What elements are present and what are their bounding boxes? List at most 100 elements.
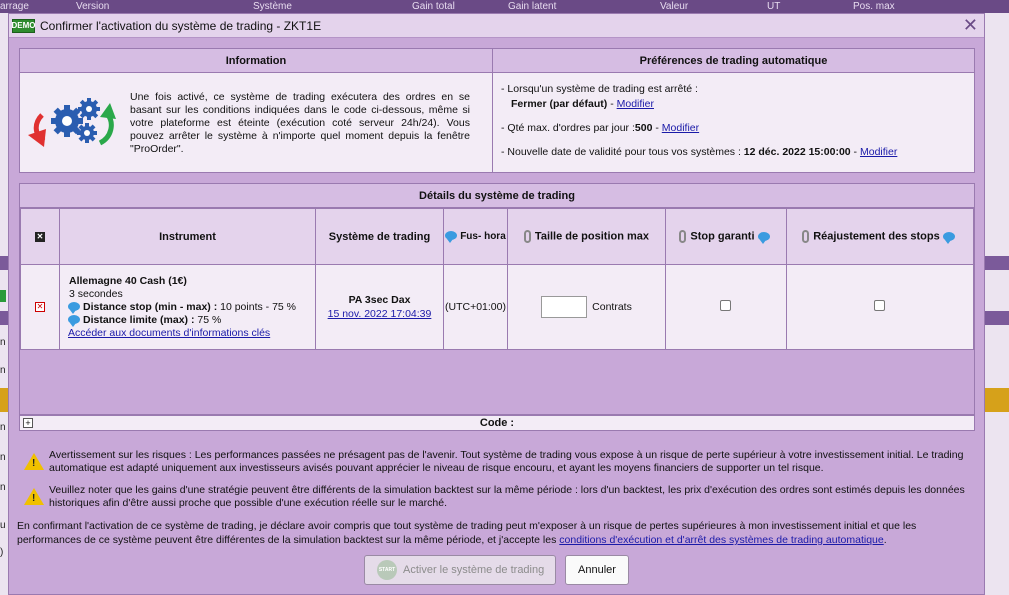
- bg-col: Version: [76, 1, 110, 12]
- stop-behavior-label: - Lorsqu'un système de trading est arrêt…: [501, 83, 698, 95]
- chain-link-icon: [802, 230, 810, 243]
- position-size-input[interactable]: [541, 296, 588, 318]
- background-header: arrage Version Système Gain total Gain l…: [0, 0, 1009, 13]
- details-table: ✕ Instrument Système de trading Fus- hor…: [20, 208, 975, 350]
- conditions-link[interactable]: conditions d'exécution et d'arrêt des sy…: [559, 534, 883, 546]
- info-bubble-icon[interactable]: [445, 231, 458, 244]
- header-system: Système de trading: [315, 208, 444, 265]
- header-size: Taille de position max: [506, 208, 666, 265]
- background-text: n: [0, 482, 6, 493]
- code-section-toggle[interactable]: + Code :: [19, 415, 975, 431]
- remove-row-icon[interactable]: ✕: [35, 302, 45, 313]
- size-unit-label: Contrats: [592, 301, 632, 313]
- background-band: [0, 311, 8, 325]
- automation-gears-icon: [20, 73, 130, 173]
- activate-system-button[interactable]: START Activer le système de trading: [364, 555, 556, 585]
- instrument-cell: Allemagne 40 Cash (1€) 3 secondes Distan…: [59, 264, 316, 350]
- confirmation-end: .: [883, 534, 887, 546]
- background-band: [0, 256, 8, 270]
- system-name: PA 3sec Dax: [348, 294, 411, 306]
- preferences-panel: Préférences de trading automatique - Lor…: [492, 48, 975, 173]
- remove-all-icon[interactable]: ✕: [35, 231, 45, 242]
- chain-link-icon: [679, 230, 687, 243]
- max-orders-value: 500: [634, 122, 653, 134]
- header-timezone-label: Fus- hora: [460, 230, 506, 242]
- information-heading: Information: [20, 49, 492, 73]
- instrument-interval: 3 secondes: [69, 287, 123, 300]
- info-bubble-icon[interactable]: [757, 232, 770, 244]
- guaranteed-stop-checkbox[interactable]: [720, 300, 732, 311]
- trailing-stop-checkbox[interactable]: [874, 300, 886, 311]
- info-bubble-icon[interactable]: [68, 302, 80, 315]
- dialog-title: Confirmer l'activation du système de tra…: [40, 18, 322, 33]
- information-panel: Information Une fois activé, ce système …: [19, 48, 493, 173]
- limit-distance-value: 75 %: [197, 313, 222, 326]
- backtest-warning-text: Veuillez noter que les gains d'une strat…: [49, 484, 965, 509]
- separator-text: -: [652, 122, 662, 134]
- preferences-heading: Préférences de trading automatique: [493, 49, 974, 73]
- bg-col: Valeur: [660, 1, 689, 12]
- validity-date-label: - Nouvelle date de validité pour tous vo…: [501, 146, 741, 158]
- information-text: Une fois activé, ce système de trading e…: [130, 90, 470, 155]
- header-timezone: Fus- hora: [443, 208, 508, 265]
- header-guaranteed-stop: Stop garanti: [664, 208, 787, 265]
- system-date-link[interactable]: 15 nov. 2022 17:04:39: [328, 308, 432, 320]
- header-instrument: Instrument: [59, 208, 316, 265]
- info-bubble-icon[interactable]: [942, 232, 955, 244]
- bg-col: Gain latent: [508, 1, 557, 12]
- modify-max-orders-link[interactable]: Modifier: [662, 122, 699, 134]
- separator-text: -: [850, 146, 860, 158]
- details-heading: Détails du système de trading: [20, 184, 974, 208]
- backtest-warning: ! Veuillez noter que les gains d'une str…: [19, 484, 977, 510]
- size-cell: Contrats: [506, 264, 666, 350]
- separator-text: -: [607, 98, 617, 110]
- stop-distance-value: 10 points - 75 %: [220, 300, 297, 313]
- table-row: ✕ Allemagne 40 Cash (1€) 3 secondes Dist…: [20, 264, 975, 350]
- background-text: n: [0, 422, 6, 433]
- background-text: n: [0, 365, 6, 376]
- bg-col: Pos. max: [853, 1, 895, 12]
- background-right-strip: [985, 13, 1009, 595]
- background-status-chip: [0, 290, 6, 302]
- background-text: u: [0, 520, 6, 531]
- header-trailing-label: Réajustement des stops: [813, 230, 940, 243]
- confirmation-text: En confirmant l'activation de ce système…: [17, 519, 975, 547]
- background-band: [985, 256, 1009, 270]
- background-text: n: [0, 452, 6, 463]
- header-remove-cell: ✕: [20, 208, 60, 265]
- bg-col: arrage: [0, 1, 29, 12]
- limit-distance-label: Distance limite (max) :: [83, 313, 195, 326]
- cancel-button[interactable]: Annuler: [565, 555, 629, 585]
- info-bubble-icon[interactable]: [68, 315, 80, 328]
- stop-distance-label: Distance stop (min - max) :: [83, 300, 218, 313]
- background-band: [985, 311, 1009, 325]
- header-trailing-stop: Réajustement des stops: [785, 208, 975, 265]
- remove-cell: ✕: [20, 264, 60, 350]
- trading-system-details: Détails du système de trading ✕ Instrume…: [19, 183, 975, 415]
- trailing-stop-cell: [785, 264, 975, 350]
- details-header-row: ✕ Instrument Système de trading Fus- hor…: [20, 208, 975, 265]
- header-size-label: Taille de position max: [534, 230, 650, 243]
- risk-warning-text: Avertissement sur les risques : Les perf…: [49, 449, 964, 474]
- bg-col: UT: [767, 1, 781, 12]
- background-band: [0, 388, 8, 412]
- key-info-docs-link[interactable]: Accéder aux documents d'informations clé…: [68, 327, 270, 339]
- demo-badge: DEMO: [12, 18, 36, 33]
- instrument-name: Allemagne 40 Cash (1€): [69, 274, 187, 287]
- background-band: [985, 388, 1009, 412]
- max-orders-label: - Qté max. d'ordres par jour :: [501, 122, 635, 134]
- bg-col: Système: [253, 1, 292, 12]
- activation-dialog: DEMO Confirmer l'activation du système d…: [8, 13, 985, 595]
- start-icon: START: [377, 560, 397, 580]
- background-text: ): [0, 547, 4, 558]
- close-icon[interactable]: ✕: [963, 15, 978, 35]
- warning-icon: !: [19, 484, 49, 510]
- dialog-titlebar[interactable]: DEMO Confirmer l'activation du système d…: [9, 14, 984, 38]
- background-text: n: [0, 337, 6, 348]
- activate-button-label: Activer le système de trading: [403, 564, 545, 576]
- code-label: Code :: [479, 417, 515, 429]
- header-guaranteed-stop-label: Stop garanti: [690, 230, 755, 243]
- guaranteed-stop-cell: [664, 264, 787, 350]
- modify-stop-link[interactable]: Modifier: [617, 98, 654, 110]
- modify-validity-link[interactable]: Modifier: [860, 146, 897, 158]
